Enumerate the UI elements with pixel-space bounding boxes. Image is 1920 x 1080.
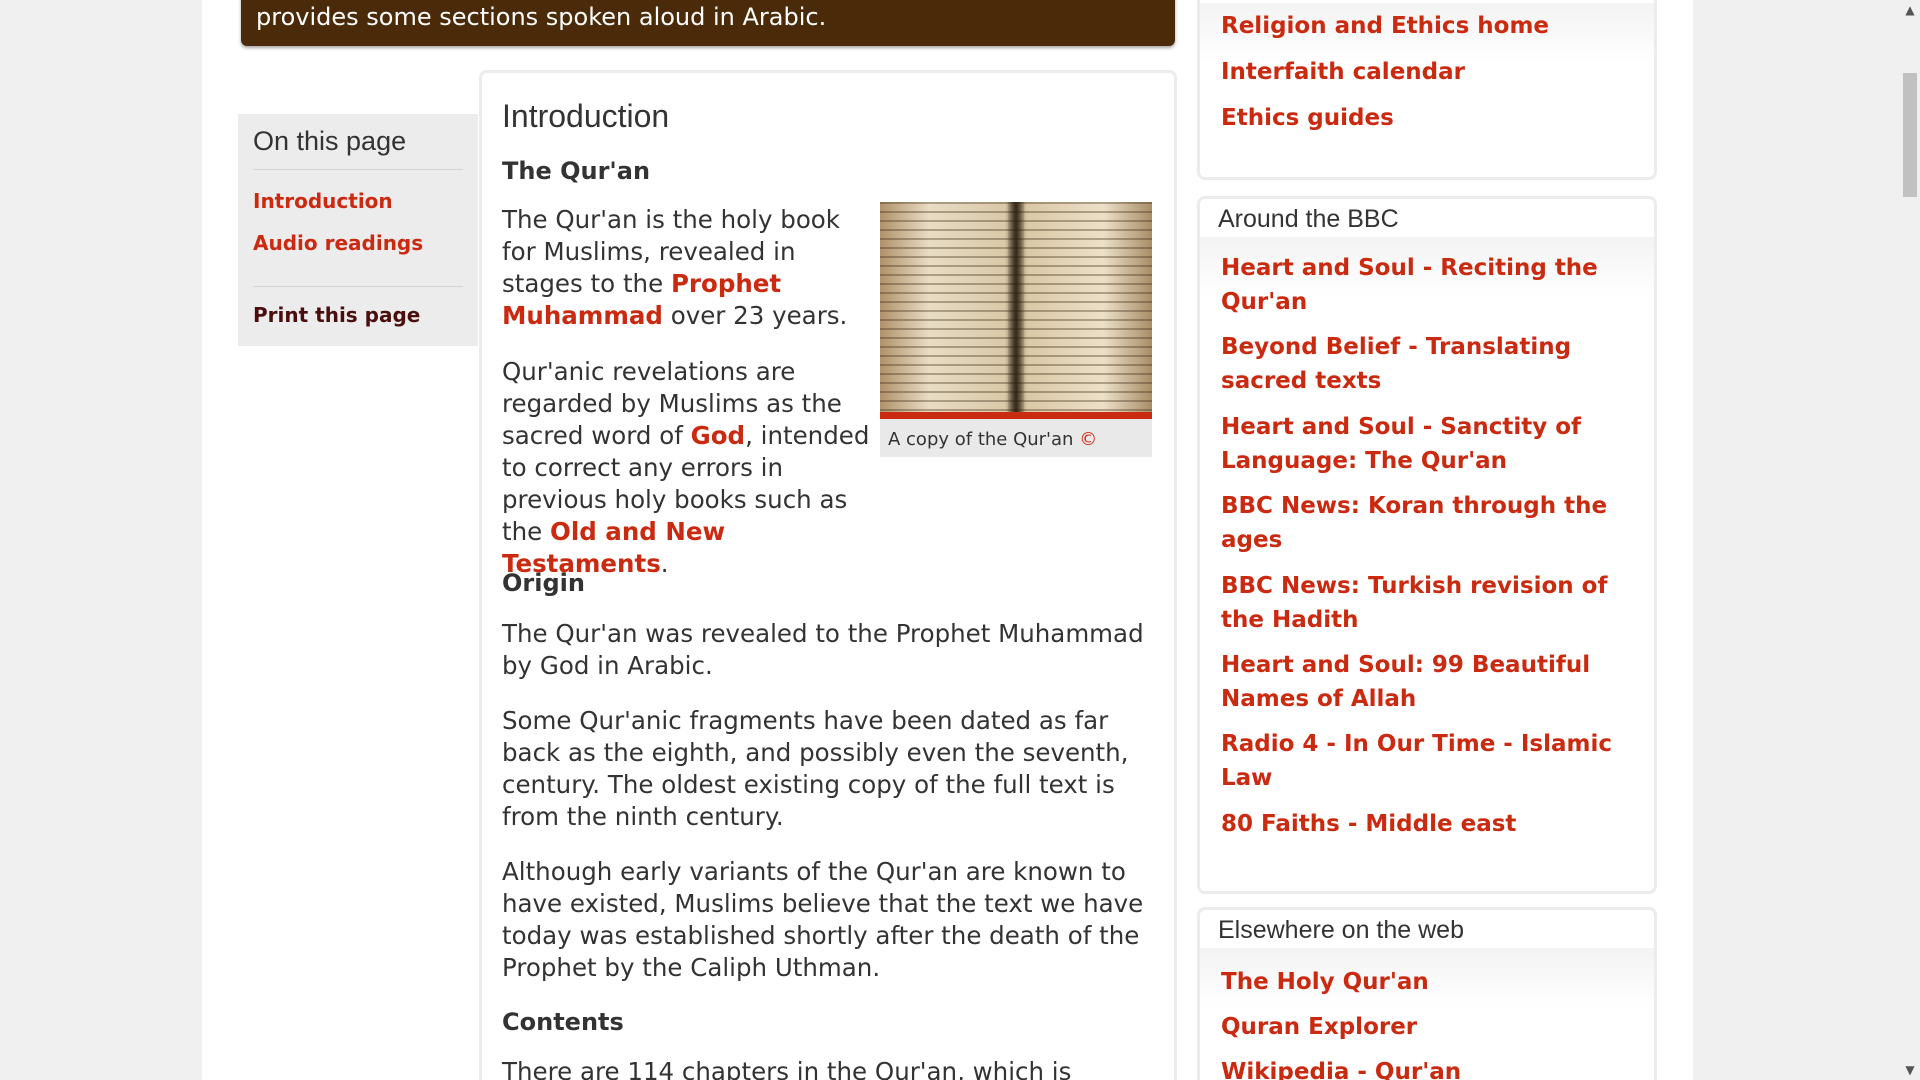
section-heading-origin: Origin [502, 569, 585, 597]
link-religion-ethics-home[interactable]: Religion and Ethics home [1221, 9, 1641, 43]
link-wikipedia-quran[interactable]: Wikipedia - Qur'an [1221, 1055, 1641, 1080]
link-holy-quran[interactable]: The Holy Qur'an [1221, 965, 1641, 999]
link-ethics-guides[interactable]: Ethics guides [1221, 101, 1641, 135]
book-spine-shadow [1008, 202, 1024, 412]
on-this-page-nav: On this page Introduction Audio readings… [238, 114, 478, 346]
link-quran-explorer[interactable]: Quran Explorer [1221, 1010, 1641, 1044]
nav-link-audio-readings[interactable]: Audio readings [253, 231, 423, 255]
link-reciting-quran[interactable]: Heart and Soul - Reciting the Qur'an [1221, 251, 1641, 319]
elsewhere-on-web-box: Elsewhere on the web The Holy Qur'an Qur… [1197, 907, 1657, 1080]
article-title: Introduction [502, 98, 670, 134]
elsewhere-on-web-title: Elsewhere on the web [1218, 916, 1464, 944]
figure-caption: A copy of the Qur'an © [880, 419, 1152, 457]
on-this-page-heading: On this page [253, 126, 407, 156]
figure-accent-bar [880, 412, 1152, 419]
divider [253, 286, 463, 287]
paragraph-contents: There are 114 chapters in the Qur'an, wh… [502, 1057, 1072, 1080]
quran-figure: A copy of the Qur'an © [880, 202, 1152, 457]
paragraph-origin-2: Some Qur'anic fragments have been dated … [502, 706, 1129, 831]
scroll-up-icon[interactable]: ▲ [1900, 0, 1920, 20]
link-god[interactable]: God [691, 421, 745, 450]
link-turkish-revision-hadith[interactable]: BBC News: Turkish revision of the Hadith [1221, 569, 1641, 637]
text-segment: . [660, 549, 669, 578]
print-page-link[interactable]: Print this page [253, 303, 420, 327]
quran-book-image [880, 202, 1152, 412]
link-99-names-of-allah[interactable]: Heart and Soul: 99 Beautiful Names of Al… [1221, 648, 1641, 716]
scrollbar-thumb[interactable] [1903, 73, 1917, 197]
link-sanctity-of-language[interactable]: Heart and Soul - Sanctity of Language: T… [1221, 410, 1641, 478]
link-translating-sacred-texts[interactable]: Beyond Belief - Translating sacred texts [1221, 330, 1641, 398]
banner-text: provides some sections spoken aloud in A… [256, 3, 827, 31]
paragraph-origin-1: The Qur'an was revealed to the Prophet M… [502, 619, 1144, 680]
around-the-bbc-title: Around the BBC [1218, 205, 1399, 233]
link-interfaith-calendar[interactable]: Interfaith calendar [1221, 55, 1641, 89]
vertical-scrollbar[interactable]: ▲ ▼ [1900, 0, 1920, 1080]
text-segment: over 23 years. [662, 301, 848, 330]
link-koran-through-ages[interactable]: BBC News: Koran through the ages [1221, 489, 1641, 557]
section-heading-contents: Contents [502, 1008, 624, 1036]
section-heading-quran: The Qur'an [502, 157, 651, 185]
paragraph-quran-intro: The Qur'an is the holy book for Muslims,… [502, 204, 872, 332]
caption-text: A copy of the Qur'an [888, 429, 1074, 450]
copyright-icon[interactable]: © [1079, 429, 1097, 450]
link-80-faiths-middle-east[interactable]: 80 Faiths - Middle east [1221, 807, 1641, 841]
nav-link-introduction[interactable]: Introduction [253, 189, 393, 213]
intro-banner: provides some sections spoken aloud in A… [241, 0, 1175, 46]
scroll-down-icon[interactable]: ▼ [1900, 1060, 1920, 1080]
around-the-bbc-box: Around the BBC Heart and Soul - Reciting… [1197, 196, 1657, 894]
divider [253, 169, 463, 170]
religion-links-box: Religion and Ethics home Interfaith cale… [1197, 0, 1657, 180]
paragraph-origin-3: Although early variants of the Qur'an ar… [502, 857, 1144, 982]
link-in-our-time-islamic-law[interactable]: Radio 4 - In Our Time - Islamic Law [1221, 727, 1641, 795]
